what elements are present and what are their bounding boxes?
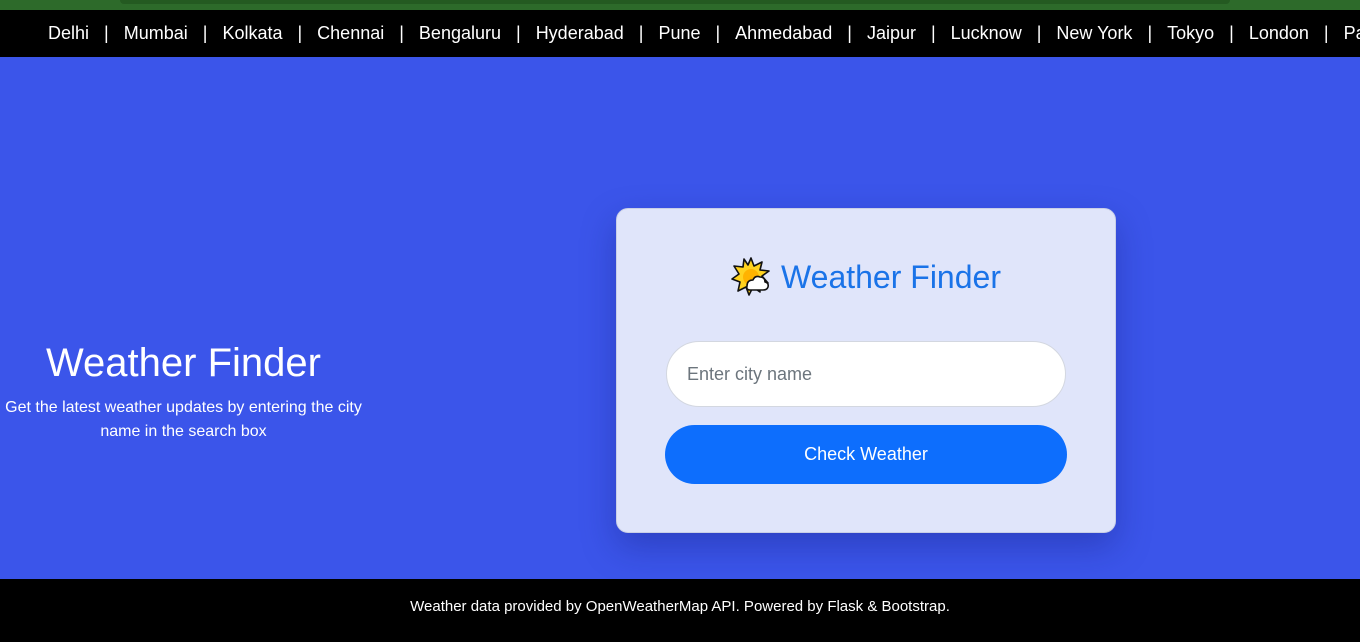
city-separator: | — [297, 23, 303, 43]
city-link[interactable]: Lucknow — [951, 22, 1022, 44]
city-separator: | — [715, 23, 721, 43]
city-link[interactable]: Mumbai — [124, 22, 188, 44]
city-search-input[interactable] — [666, 341, 1066, 407]
card-header: Weather Finder — [617, 257, 1115, 297]
city-separator: | — [399, 23, 404, 43]
city-separator: | — [638, 23, 644, 43]
city-link[interactable]: Tokyo — [1167, 22, 1214, 44]
browser-top-strip-inner — [120, 0, 1230, 4]
city-separator: | — [516, 23, 521, 43]
city-ticker-track: Delhi | Mumbai | Kolkata | Chennai | Bengaluru | H… — [48, 22, 1360, 44]
city-separator: | — [1323, 23, 1329, 43]
city-link[interactable]: Ahmedabad — [735, 22, 832, 44]
city-link[interactable]: Bengaluru — [419, 22, 501, 44]
city-separator: | — [202, 23, 208, 43]
city-link[interactable]: Delhi — [48, 22, 89, 44]
footer: Weather data provided by OpenWeatherMap … — [0, 579, 1360, 642]
weather-search-card: Weather Finder Check Weather — [616, 208, 1116, 533]
city-ticker-bar: Delhi | Mumbai | Kolkata | Chennai | Bengaluru | H… — [0, 10, 1360, 57]
city-link[interactable]: Chennai — [317, 22, 384, 44]
sun-behind-cloud-icon — [731, 257, 770, 296]
city-link[interactable]: Jaipur — [867, 22, 916, 44]
city-link[interactable]: Pa — [1344, 22, 1360, 44]
footer-text: Weather data provided by OpenWeatherMap … — [410, 598, 950, 615]
hero-title: Weather Finder — [46, 341, 321, 385]
check-weather-button[interactable]: Check Weather — [665, 425, 1067, 484]
city-separator: | — [930, 23, 936, 43]
city-separator: | — [1147, 23, 1153, 43]
city-link[interactable]: London — [1249, 22, 1309, 44]
city-link[interactable]: Hyderabad — [536, 22, 624, 44]
card-title: Weather Finder — [781, 259, 1001, 295]
city-separator: | — [1036, 23, 1042, 43]
city-link[interactable]: Kolkata — [222, 22, 282, 44]
hero-section: Weather Finder Get the latest weather up… — [0, 336, 367, 444]
city-link[interactable]: New York — [1056, 22, 1132, 44]
city-separator: | — [1229, 23, 1234, 43]
city-separator: | — [104, 23, 109, 43]
city-separator: | — [847, 23, 852, 43]
hero-subtitle: Get the latest weather updates by enteri… — [5, 399, 362, 440]
browser-top-strip — [0, 0, 1360, 10]
city-link[interactable]: Pune — [658, 22, 700, 44]
